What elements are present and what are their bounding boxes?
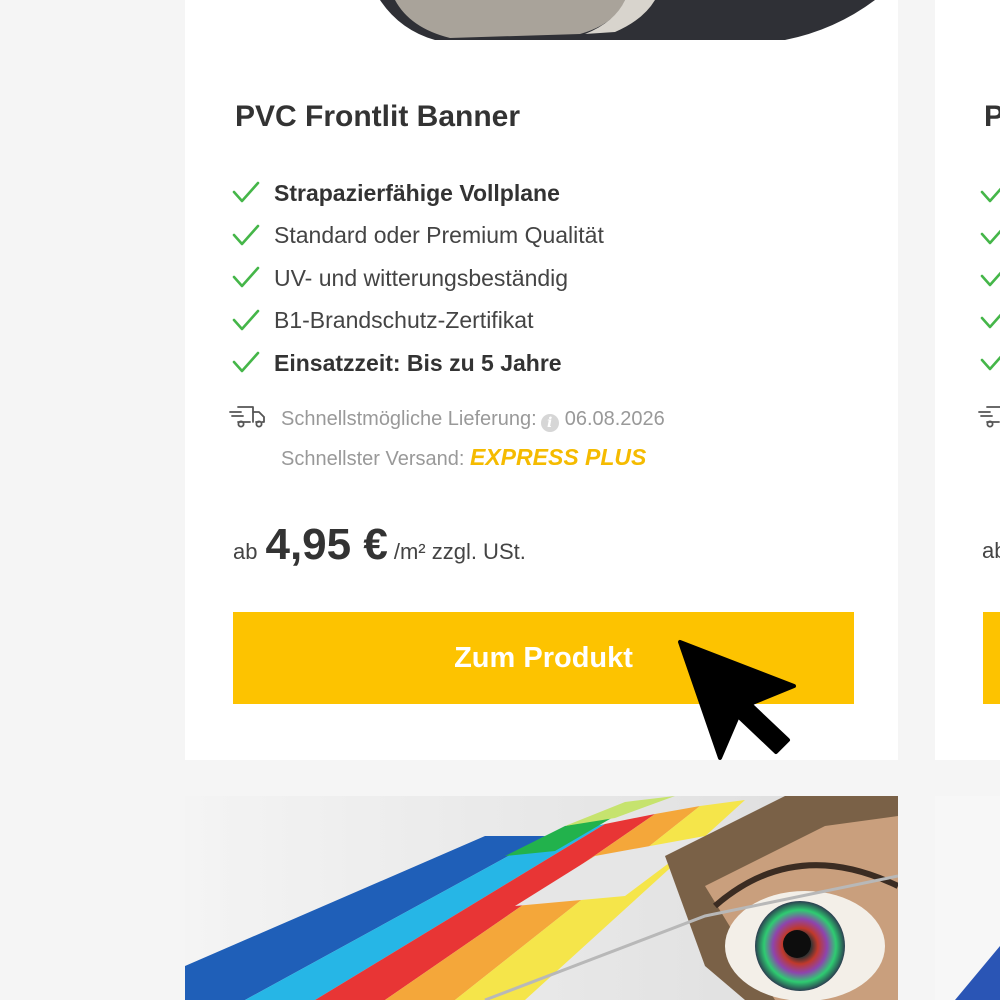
product-image[interactable] — [935, 796, 1000, 1000]
next-product-title[interactable]: P — [984, 100, 1000, 134]
feature-item: Einsatzzeit: Bis zu 5 Jahre — [232, 342, 604, 385]
next-product-card: P ab — [935, 0, 1000, 760]
check-icon — [232, 224, 260, 246]
feature-text: B1-Brandschutz-Zertifikat — [274, 307, 534, 334]
check-icon — [980, 271, 1000, 287]
feature-item: Strapazierfähige Vollplane — [232, 172, 604, 215]
feature-text: Strapazierfähige Vollplane — [274, 179, 560, 206]
shipping-method: EXPRESS PLUS — [470, 444, 647, 470]
shipping-label: Schnellster Versand: — [281, 448, 465, 470]
product-image[interactable] — [185, 0, 898, 42]
price-unit: /m² zzgl. USt. — [393, 539, 526, 564]
check-icon — [980, 229, 1000, 245]
feature-list: Strapazierfähige Vollplane Standard oder… — [232, 172, 604, 385]
feature-text: UV- und witterungsbeständig — [274, 264, 569, 291]
delivery-truck-icon — [978, 406, 1000, 428]
next-row-product-card-partial — [935, 796, 1000, 1000]
check-icon — [232, 309, 260, 331]
next-row-product-card — [185, 796, 898, 1000]
check-icon — [980, 355, 1000, 371]
check-icon — [232, 351, 260, 373]
price: ab 4,95 €/m² zzgl. USt. — [233, 520, 526, 570]
delivery-label: Schnellstmögliche Lieferung: — [281, 408, 537, 430]
price-prefix: ab — [233, 539, 258, 564]
check-icon — [980, 187, 1000, 203]
next-product-price-prefix: ab — [982, 538, 1000, 563]
delivery-truck-icon — [229, 406, 265, 428]
product-title[interactable]: PVC Frontlit Banner — [235, 100, 520, 134]
product-card: PVC Frontlit Banner Strapazierfähige Vol… — [185, 0, 898, 760]
delivery-date-row: Schnellstmögliche Lieferung: i 06.08.2026 — [281, 408, 665, 432]
feature-text: Einsatzzeit: Bis zu 5 Jahre — [274, 349, 562, 376]
product-image[interactable] — [185, 796, 898, 1000]
delivery-date: 06.08.2026 — [564, 408, 665, 430]
next-product-button[interactable] — [983, 612, 1000, 704]
feature-text: Standard oder Premium Qualität — [274, 222, 604, 249]
feature-item: B1-Brandschutz-Zertifikat — [232, 300, 604, 343]
check-icon — [232, 181, 260, 203]
shipping-row: Schnellster Versand: EXPRESS PLUS — [281, 444, 646, 471]
zum-produkt-button[interactable]: Zum Produkt — [233, 612, 854, 704]
feature-item: Standard oder Premium Qualität — [232, 215, 604, 258]
feature-item: UV- und witterungsbeständig — [232, 257, 604, 300]
info-icon[interactable]: i — [540, 414, 559, 432]
check-icon — [232, 266, 260, 288]
check-icon — [980, 313, 1000, 329]
price-value: 4,95 € — [265, 520, 388, 569]
